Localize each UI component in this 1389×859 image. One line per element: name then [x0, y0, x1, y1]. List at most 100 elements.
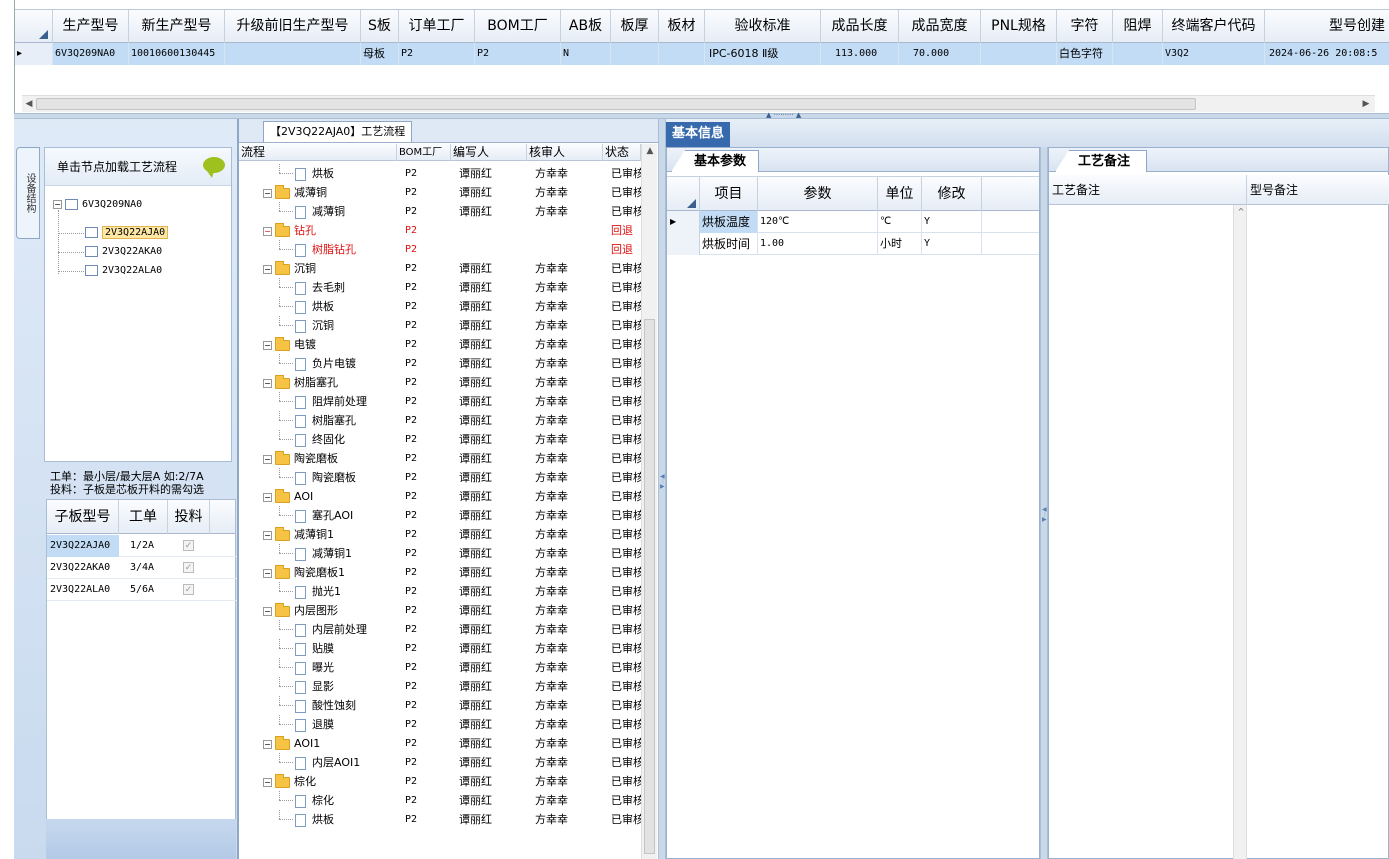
cell-factory[interactable]: P2	[405, 582, 451, 601]
col-header-old-model[interactable]: 升级前旧生产型号	[225, 10, 361, 43]
cell-factory[interactable]: P2	[405, 753, 451, 772]
cell-factory[interactable]: P2	[405, 316, 451, 335]
feed-checkbox[interactable]: ✓	[183, 584, 194, 595]
cell-factory[interactable]: P2	[405, 487, 451, 506]
process-substep-row[interactable]: 曝光 P2 谭丽红 方幸幸 已审核	[239, 658, 641, 677]
cell-factory[interactable]: P2	[405, 373, 451, 392]
cell-writer[interactable]: 谭丽红	[459, 772, 527, 791]
cell-flow[interactable]: 终固化	[239, 430, 397, 449]
col-header-status[interactable]: 状态	[603, 144, 641, 161]
col-header-flow[interactable]: 流程	[239, 144, 397, 161]
cell-factory[interactable]: P2	[405, 240, 451, 259]
col-header-customer-code[interactable]: 终端客户代码	[1163, 10, 1265, 43]
side-tab-structure[interactable]: 设备结构	[16, 147, 40, 239]
cell-reviewer[interactable]: 方幸幸	[535, 373, 603, 392]
cell-factory[interactable]: P2	[405, 677, 451, 696]
collapse-icon[interactable]: −	[263, 492, 272, 502]
cell-status[interactable]: 已审核	[611, 544, 641, 563]
process-substep-row[interactable]: 阻焊前处理 P2 谭丽红 方幸幸 已审核	[239, 392, 641, 411]
cell-flow[interactable]: 内层AOI1	[239, 753, 397, 772]
cell-flow[interactable]: 贴膜	[239, 639, 397, 658]
process-substep-row[interactable]: 终固化 P2 谭丽红 方幸幸 已审核	[239, 430, 641, 449]
cell-writer[interactable]: 谭丽红	[459, 582, 527, 601]
cell-factory[interactable]: P2	[405, 392, 451, 411]
cell-status[interactable]: 已审核	[611, 734, 641, 753]
collapse-icon[interactable]: −	[263, 226, 272, 236]
col-header-prod-model[interactable]: 生产型号	[53, 10, 129, 43]
col-header-ab-board[interactable]: AB板	[561, 10, 611, 43]
cell-flow[interactable]: 退膜	[239, 715, 397, 734]
cell-status[interactable]: 已审核	[611, 164, 641, 183]
cell-writer[interactable]: 谭丽红	[459, 335, 527, 354]
col-header-model-note[interactable]: 型号备注	[1247, 175, 1389, 205]
col-header-order[interactable]: 工单	[119, 500, 168, 534]
cell-writer[interactable]: 谭丽红	[459, 810, 527, 829]
cell-unit[interactable]: ℃	[878, 211, 922, 233]
cell-factory[interactable]: P2	[405, 335, 451, 354]
cell-writer[interactable]: 谭丽红	[459, 506, 527, 525]
cell-writer[interactable]: 谭丽红	[459, 677, 527, 696]
cell-writer[interactable]: 谭丽红	[459, 734, 527, 753]
cell-flow[interactable]: 减薄铜	[239, 202, 397, 221]
process-substep-row[interactable]: 显影 P2 谭丽红 方幸幸 已审核	[239, 677, 641, 696]
cell-reviewer[interactable]: 方幸幸	[535, 639, 603, 658]
table-row[interactable]: ▶ 烘板温度 120℃ ℃ Y	[667, 211, 1039, 233]
col-header-standard[interactable]: 验收标准	[705, 10, 821, 43]
vertical-splitter[interactable]: ◀ ⋮ ▶	[658, 119, 666, 859]
cell-flow[interactable]: 酸性蚀刻	[239, 696, 397, 715]
process-substep-row[interactable]: 抛光1 P2 谭丽红 方幸幸 已审核	[239, 582, 641, 601]
cell-factory[interactable]: P2	[405, 715, 451, 734]
process-substep-row[interactable]: 减薄铜1 P2 谭丽红 方幸幸 已审核	[239, 544, 641, 563]
process-substep-row[interactable]: 贴膜 P2 谭丽红 方幸幸 已审核	[239, 639, 641, 658]
cell-writer[interactable]: 谭丽红	[459, 278, 527, 297]
cell-flow[interactable]: 去毛刺	[239, 278, 397, 297]
col-header-width[interactable]: 成品宽度	[899, 10, 981, 43]
cell-old-model[interactable]	[225, 43, 361, 65]
tab-process-flow[interactable]: 【2V3Q22AJA0】工艺流程	[263, 121, 413, 142]
cell-flow[interactable]: 棕化	[239, 791, 397, 810]
cell-flow[interactable]: − 陶瓷磨板1	[239, 563, 397, 582]
col-header-bom-factory[interactable]: BOM工厂	[475, 10, 561, 43]
cell-writer[interactable]: 谭丽红	[459, 715, 527, 734]
cell-status[interactable]: 已审核	[611, 582, 641, 601]
cell-item[interactable]: 烘板温度	[700, 211, 758, 233]
cell-factory[interactable]: P2	[405, 411, 451, 430]
cell-factory[interactable]: P2	[405, 810, 451, 829]
cell-reviewer[interactable]: 方幸幸	[535, 278, 603, 297]
cell-reviewer[interactable]: 方幸幸	[535, 297, 603, 316]
speech-bubble-icon[interactable]	[203, 157, 225, 178]
cell-status[interactable]: 已审核	[611, 468, 641, 487]
collapse-icon[interactable]: −	[263, 378, 272, 388]
cell-item[interactable]: 烘板时间	[700, 233, 758, 255]
cell-factory[interactable]: P2	[405, 544, 451, 563]
cell-status[interactable]: 已审核	[611, 563, 641, 582]
cell-silkscreen[interactable]: 白色字符	[1057, 43, 1113, 65]
process-step-row[interactable]: − 陶瓷磨板 P2 谭丽红 方幸幸 已审核	[239, 449, 641, 468]
cell-writer[interactable]: 谭丽红	[459, 183, 527, 202]
cell-reviewer[interactable]: 方幸幸	[535, 164, 603, 183]
cell-status[interactable]: 已审核	[611, 753, 641, 772]
cell-flow[interactable]: 烘板	[239, 810, 397, 829]
scroll-up-icon[interactable]: ▲	[643, 144, 657, 158]
cell-factory[interactable]: P2	[405, 620, 451, 639]
cell-reviewer[interactable]: 方幸幸	[535, 677, 603, 696]
process-step-row[interactable]: − AOI1 P2 谭丽红 方幸幸 已审核	[239, 734, 641, 753]
cell-flow[interactable]: − AOI1	[239, 734, 397, 753]
cell-order[interactable]: 5/6A	[127, 579, 154, 601]
cell-status[interactable]: 已审核	[611, 696, 641, 715]
cell-reviewer[interactable]: 方幸幸	[535, 810, 603, 829]
cell-factory[interactable]: P2	[405, 639, 451, 658]
grid-corner[interactable]	[667, 177, 700, 211]
notes-scrollbar[interactable]: ^	[1233, 205, 1247, 859]
cell-factory[interactable]: P2	[405, 449, 451, 468]
cell-flow[interactable]: 树脂塞孔	[239, 411, 397, 430]
cell-status[interactable]: 已审核	[611, 601, 641, 620]
vertical-splitter[interactable]: ◀ ⋮ ▶	[1040, 147, 1048, 859]
col-header-length[interactable]: 成品长度	[821, 10, 899, 43]
cell-factory[interactable]: P2	[405, 259, 451, 278]
process-substep-row[interactable]: 退膜 P2 谭丽红 方幸幸 已审核	[239, 715, 641, 734]
cell-factory[interactable]: P2	[405, 791, 451, 810]
process-substep-row[interactable]: 树脂塞孔 P2 谭丽红 方幸幸 已审核	[239, 411, 641, 430]
cell-writer[interactable]: 谭丽红	[459, 544, 527, 563]
cell-reviewer[interactable]	[535, 221, 603, 240]
